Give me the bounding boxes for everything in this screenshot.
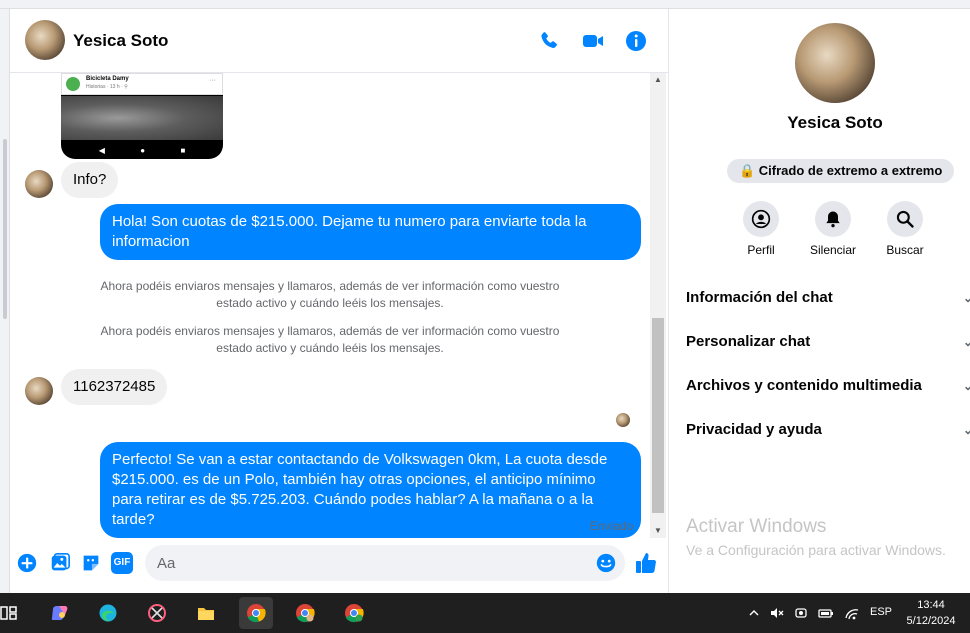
contact-name[interactable]: Yesica Soto	[73, 31, 168, 51]
encryption-badge[interactable]: 🔒 Cifrado de extremo a extremo	[727, 159, 955, 183]
incoming-message[interactable]: 1162372485	[61, 369, 168, 405]
contact-avatar[interactable]	[25, 20, 65, 60]
outgoing-message[interactable]: Perfecto! Se van a estar contactando de …	[100, 442, 641, 538]
profile-button[interactable]: Perfil	[725, 201, 797, 257]
chat-info-sidebar: Yesica Soto 🔒 Cifrado de extremo a extre…	[668, 9, 970, 593]
seen-avatar-icon	[616, 413, 630, 427]
outgoing-message[interactable]: Hola! Son cuotas de $215.000. Dejame tu …	[100, 204, 641, 260]
story-card: Bicicleta Damy Historias · 13 h · ⚲ ···	[61, 73, 223, 95]
menu-item-label: Privacidad y ayuda	[686, 421, 822, 438]
chevron-down-icon: ⌄	[962, 423, 970, 437]
incoming-message[interactable]: Info?	[61, 162, 119, 198]
menu-item-chat-info[interactable]: Información del chat ⌄	[686, 289, 970, 306]
message-list[interactable]: Bicicleta Damy Historias · 13 h · ⚲ ··· …	[10, 73, 650, 538]
scroll-up-icon[interactable]: ▲	[650, 73, 666, 87]
sender-avatar[interactable]	[25, 170, 53, 198]
camera-icon[interactable]	[794, 606, 808, 620]
profile-avatar[interactable]	[795, 23, 875, 103]
chat-header: Yesica Soto	[10, 9, 668, 73]
story-image	[61, 96, 223, 140]
gallery-icon[interactable]	[49, 552, 71, 574]
phone-navbar: ◀ ● ■	[61, 141, 223, 159]
left-edge-scrollbar[interactable]	[3, 139, 7, 319]
bell-icon	[815, 201, 851, 237]
story-reply-preview[interactable]: Bicicleta Damy Historias · 13 h · ⚲ ··· …	[61, 73, 223, 159]
like-icon[interactable]	[634, 551, 658, 575]
file-explorer-icon[interactable]	[189, 597, 223, 629]
wifi-icon[interactable]	[844, 605, 860, 621]
copilot-icon[interactable]	[43, 597, 77, 629]
chat-panel: Yesica Soto Bicicleta Damy Historias · 1…	[10, 9, 668, 593]
scroll-thumb[interactable]	[652, 318, 664, 513]
mute-label: Silenciar	[809, 243, 857, 257]
message-status: Enviado	[590, 519, 634, 533]
sticker-icon[interactable]	[80, 552, 102, 574]
battery-icon[interactable]	[818, 606, 834, 620]
incoming-message-row: 1162372485	[25, 369, 168, 405]
menu-item-label: Personalizar chat	[686, 333, 811, 350]
chrome-profile-icon[interactable]	[288, 597, 322, 629]
incoming-message-row: Info?	[25, 162, 119, 198]
language-indicator[interactable]: ESP	[870, 606, 892, 618]
chevron-down-icon: ⌄	[962, 335, 970, 349]
info-icon[interactable]	[624, 29, 648, 53]
snipping-tool-icon[interactable]	[140, 597, 174, 629]
nav-back-icon: ◀	[98, 145, 105, 155]
search-label: Buscar	[886, 243, 924, 257]
sender-avatar[interactable]	[25, 377, 53, 405]
chevron-down-icon: ⌄	[962, 291, 970, 305]
profile-icon	[743, 201, 779, 237]
plus-icon[interactable]	[16, 552, 38, 574]
composer: GIF Aa	[10, 538, 668, 593]
clock-date: 5/12/2024	[906, 615, 956, 627]
message-scrollbar[interactable]: ▲ ▼	[650, 73, 666, 538]
nav-home-icon: ●	[140, 145, 146, 155]
story-page-name: Bicicleta Damy	[86, 76, 129, 82]
clock-time: 13:44	[917, 599, 945, 611]
scroll-down-icon[interactable]: ▼	[650, 524, 666, 538]
chevron-up-icon[interactable]	[748, 607, 760, 619]
menu-item-label: Archivos y contenido multimedia	[686, 377, 922, 394]
profile-label: Perfil	[747, 243, 775, 257]
activation-watermark-subtitle: Ve a Configuración para activar Windows.	[686, 542, 946, 558]
system-notice: Ahora podéis enviaros mensajes y llamaro…	[100, 324, 560, 355]
search-icon	[887, 201, 923, 237]
system-notice: Ahora podéis enviaros mensajes y llamaro…	[100, 279, 560, 310]
emoji-icon[interactable]	[595, 552, 617, 574]
task-view-icon[interactable]	[0, 597, 26, 629]
chrome-profile-2-icon[interactable]	[337, 597, 371, 629]
menu-item-label: Información del chat	[686, 289, 833, 306]
profile-name: Yesica Soto	[787, 113, 883, 132]
system-clock[interactable]: 13:44 5/12/2024	[896, 597, 966, 629]
chrome-icon[interactable]	[239, 597, 273, 629]
menu-item-media[interactable]: Archivos y contenido multimedia ⌄	[686, 377, 970, 394]
edge-icon[interactable]	[91, 597, 125, 629]
message-placeholder: Aa	[157, 555, 176, 572]
message-input[interactable]: Aa	[145, 545, 625, 581]
volume-muted-icon[interactable]	[770, 606, 784, 620]
gif-icon[interactable]: GIF	[111, 552, 133, 574]
chevron-down-icon: ⌄	[962, 379, 970, 393]
left-edge-panel	[0, 9, 10, 593]
story-meta: Historias · 13 h · ⚲	[86, 84, 128, 90]
page-avatar	[66, 77, 80, 91]
search-button[interactable]: Buscar	[869, 201, 941, 257]
more-icon: ···	[209, 77, 216, 84]
nav-recent-icon: ■	[180, 145, 186, 155]
browser-top-strip	[0, 0, 970, 9]
phone-icon[interactable]	[537, 29, 561, 53]
mute-button[interactable]: Silenciar	[797, 201, 869, 257]
menu-item-customize[interactable]: Personalizar chat ⌄	[686, 333, 970, 350]
video-call-icon[interactable]	[581, 29, 605, 53]
profile-actions: Perfil Silenciar Buscar	[725, 201, 965, 261]
windows-taskbar: ESP 13:44 5/12/2024	[0, 593, 970, 633]
menu-item-privacy[interactable]: Privacidad y ayuda ⌄	[686, 421, 970, 438]
activation-watermark-title: Activar Windows	[686, 516, 827, 537]
